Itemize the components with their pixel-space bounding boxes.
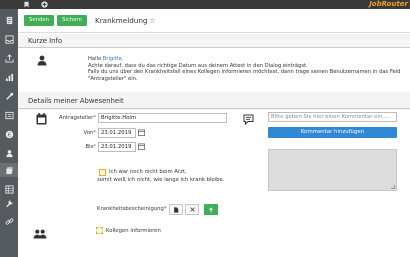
bookmark-icon[interactable] [23,1,30,8]
required-mark: * [93,144,96,150]
upload-icon [4,53,14,63]
required-mark: * [163,206,167,212]
not-seen-doctor-hint: somit weiß ich nicht, wie lange ich kran… [97,177,225,183]
header-toolbar: Senden Sichern Krankmeldung ☆ [18,9,410,33]
tools-icon [5,92,13,100]
required-mark: * [93,130,96,136]
sidebar-item-wrench[interactable] [0,196,18,210]
stack-icon [5,166,13,174]
grid-icon [4,184,14,194]
user-name-link[interactable]: Brigitte, [103,56,124,62]
comment-history-box [268,149,397,191]
applicant-label: Antragsteller* [58,115,96,121]
close-icon [189,207,195,212]
link-icon [5,217,13,225]
from-date-input[interactable]: 23.01.2019 [98,128,136,138]
to-date-input[interactable]: 23.01.2019 [98,142,136,152]
sidebar-item-link[interactable] [0,214,18,228]
euro-icon: € [5,130,13,138]
info-section-header [18,34,410,47]
page-title: Krankmeldung [95,16,148,25]
certificate-label-text: Krankheitsbescheinigung [97,206,164,212]
greeting-text: Hallo [88,56,102,62]
calendar-icon [36,113,47,125]
not-seen-doctor-label: Ich war noch nicht beim Arzt, [109,169,187,175]
divider [18,108,410,109]
not-seen-doctor-checkbox[interactable] [99,169,106,176]
sidebar-item-list[interactable] [0,108,18,122]
top-bar: JobRouter [0,0,410,9]
user-icon [5,149,13,157]
sidebar-item-users[interactable] [0,146,18,160]
brand-logo: JobRouter [369,0,408,8]
plus-icon[interactable] [41,1,48,8]
applicant-label-text: Antragsteller [59,115,94,121]
inbox-icon [4,34,14,44]
svg-text:€: € [7,132,11,138]
remove-file-button[interactable] [185,204,199,215]
from-label-text: Von [83,130,94,136]
send-button[interactable]: Senden [24,15,54,26]
info-greeting-line: Hallo Brigitte, [88,56,408,63]
sidebar-item-grid[interactable] [0,182,18,196]
divider [18,47,410,48]
info-line-1: Achte darauf, dass du das richtige Datum… [88,62,308,69]
user-icon [37,55,47,66]
open-file-button[interactable] [169,204,183,215]
applicant-input[interactable]: Brigitte.Holm [98,113,227,123]
save-button[interactable]: Sichern [57,15,87,26]
sidebar: € [0,9,18,257]
info-text: Hallo Brigitte, Achte darauf, dass du da… [88,56,408,82]
sidebar-item-finance[interactable]: € [0,127,18,141]
to-label: Bis* [58,144,96,150]
list-icon [4,111,14,119]
sidebar-item-tools[interactable] [0,89,18,103]
wrench-icon [5,199,13,207]
info-heading: Kurze Info [28,37,62,45]
inform-colleagues-label: Kollegen informieren [106,228,161,234]
file-icon [174,206,179,213]
chart-icon [5,73,13,81]
sidebar-item-charts[interactable] [0,70,18,84]
sidebar-item-inbox[interactable] [0,32,18,46]
sidebar-item-documents[interactable] [0,13,18,27]
star-icon[interactable]: ☆ [149,15,156,26]
details-heading: Details meiner Abwesenheit [28,97,124,105]
comment-icon [243,114,254,125]
certificate-label: Krankheitsbescheinigung* [97,206,167,212]
inform-colleagues-checkbox[interactable] [96,227,103,234]
calendar-picker-icon[interactable] [138,129,145,136]
add-comment-button[interactable]: Kommentar hinzufügen [268,127,397,138]
document-icon [6,16,12,24]
from-label: Von* [58,130,96,136]
calendar-picker-icon[interactable] [138,143,145,150]
upload-arrow-icon [209,206,213,212]
comment-input[interactable]: Bitte geben Sie hier einen Kommentar ein… [268,112,397,122]
required-mark: * [93,115,96,121]
info-line-2: Falls du uns über den Krankheitsfall ein… [88,69,401,82]
group-icon [33,229,47,239]
sidebar-item-stack[interactable] [0,163,18,177]
upload-file-button[interactable] [204,204,218,215]
sidebar-item-upload[interactable] [0,51,18,65]
resize-handle[interactable] [391,185,395,189]
